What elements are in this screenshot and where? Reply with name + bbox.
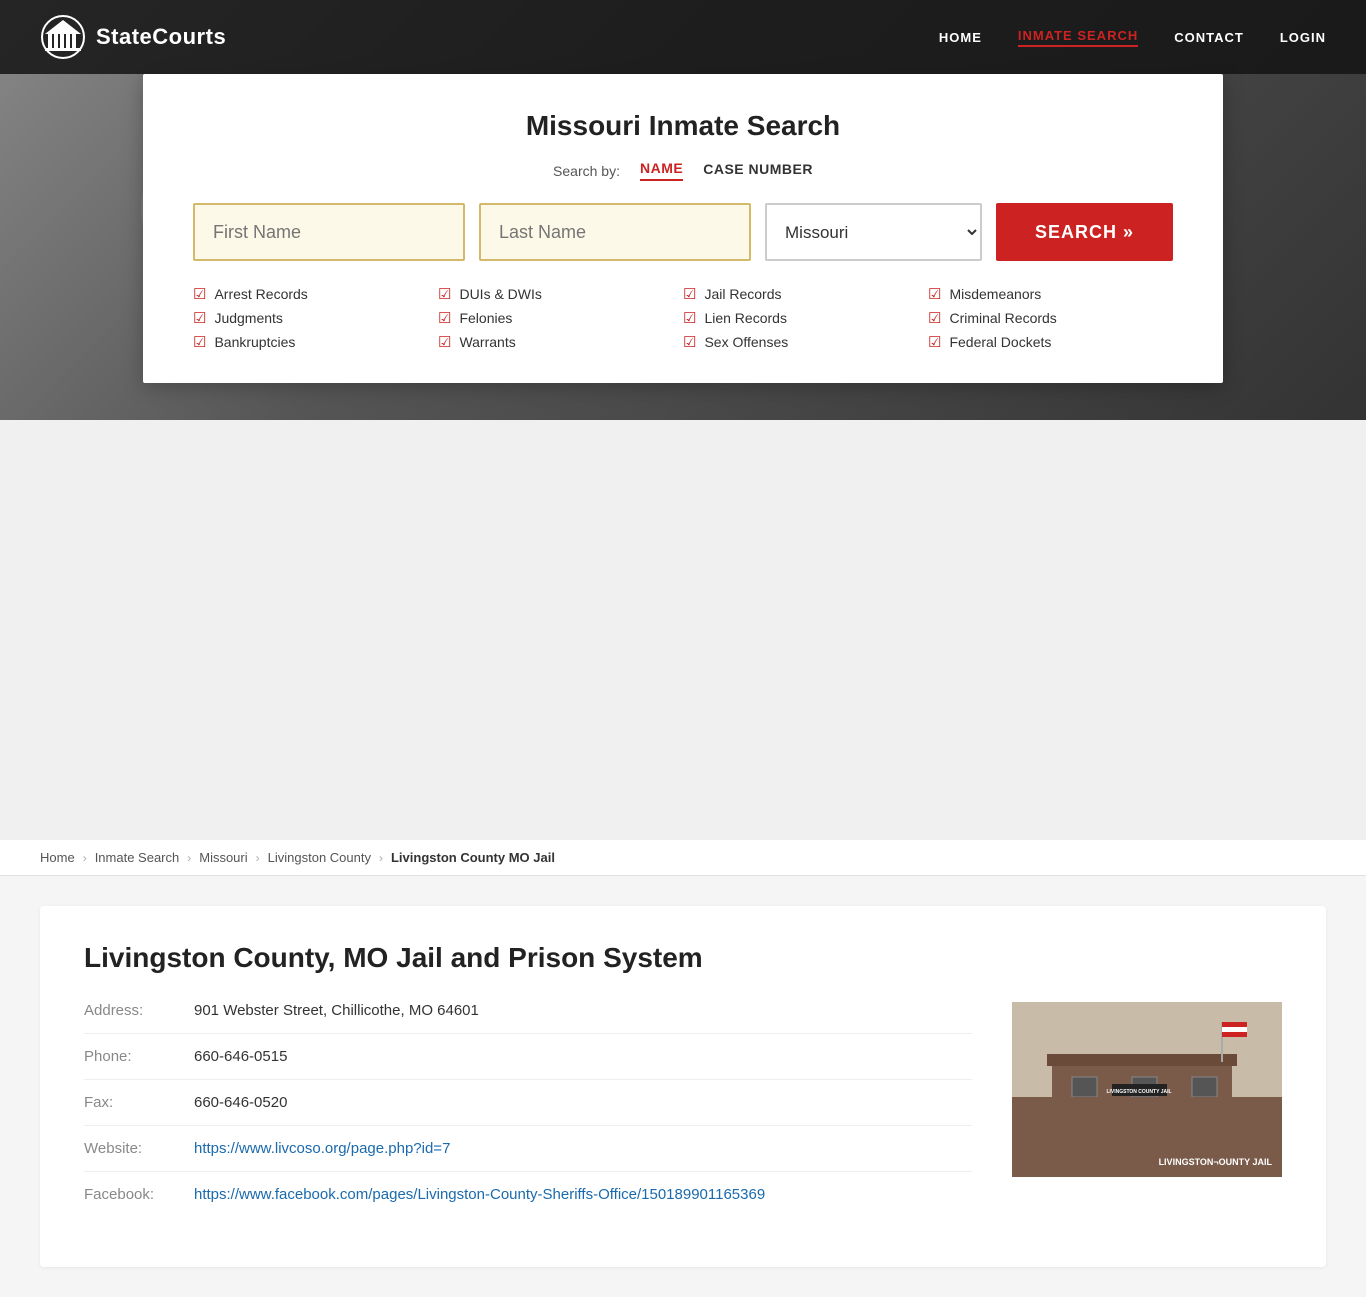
checkbox-item: ☑ Bankruptcies xyxy=(193,333,438,351)
site-header: StateCourts HOME INMATE SEARCH CONTACT L… xyxy=(0,0,1366,74)
website-label: Website: xyxy=(84,1140,194,1157)
checkbox-item: ☑ Lien Records xyxy=(683,309,928,327)
checkbox-label: Federal Dockets xyxy=(949,334,1051,350)
tab-case-number[interactable]: CASE NUMBER xyxy=(703,161,813,180)
checkbox-label: Bankruptcies xyxy=(214,334,295,350)
state-select[interactable]: Missouri Alabama Alaska Arizona Arkansas… xyxy=(765,203,982,261)
checkbox-item: ☑ Felonies xyxy=(438,309,683,327)
check-icon: ☑ xyxy=(438,285,451,303)
logo-area[interactable]: StateCourts xyxy=(40,14,226,60)
checkbox-label: Jail Records xyxy=(704,286,781,302)
main-content: Livingston County, MO Jail and Prison Sy… xyxy=(0,876,1366,1297)
content-card: Livingston County, MO Jail and Prison Sy… xyxy=(40,906,1326,1267)
checkbox-item: ☑ Warrants xyxy=(438,333,683,351)
facebook-label: Facebook: xyxy=(84,1186,194,1203)
check-icon: ☑ xyxy=(683,309,696,327)
checkbox-label: Sex Offenses xyxy=(704,334,788,350)
check-icon: ☑ xyxy=(928,285,941,303)
breadcrumb-sep-4: › xyxy=(379,851,383,865)
tab-name[interactable]: NAME xyxy=(640,160,683,181)
jail-title: Livingston County, MO Jail and Prison Sy… xyxy=(84,942,1282,974)
breadcrumb-sep-1: › xyxy=(83,851,87,865)
check-icon: ☑ xyxy=(928,309,941,327)
checkbox-item: ☑ Federal Dockets xyxy=(928,333,1173,351)
search-inputs-row: Missouri Alabama Alaska Arizona Arkansas… xyxy=(193,203,1173,261)
checkbox-label: Criminal Records xyxy=(949,310,1056,326)
checkboxes-grid: ☑ Arrest Records ☑ DUIs & DWIs ☑ Jail Records… xyxy=(193,285,1173,351)
site-logo-icon xyxy=(40,14,86,60)
facebook-row: Facebook: https://www.facebook.com/pages… xyxy=(84,1186,972,1217)
website-row: Website: https://www.livcoso.org/page.ph… xyxy=(84,1140,972,1172)
checkbox-item: ☑ Misdemeanors xyxy=(928,285,1173,303)
checkbox-item: ☑ Arrest Records xyxy=(193,285,438,303)
checkbox-item: ☑ DUIs & DWIs xyxy=(438,285,683,303)
modal-title: Missouri Inmate Search xyxy=(193,110,1173,142)
address-label: Address: xyxy=(84,1002,194,1019)
phone-value: 660-646-0515 xyxy=(194,1048,287,1065)
nav-inmate-search[interactable]: INMATE SEARCH xyxy=(1018,28,1138,47)
checkbox-label: Arrest Records xyxy=(214,286,307,302)
nav-login[interactable]: LOGIN xyxy=(1280,30,1326,45)
check-icon: ☑ xyxy=(193,333,206,351)
info-section: Address: 901 Webster Street, Chillicothe… xyxy=(84,1002,1282,1231)
svg-text:LIVINGSTON COUNTY JAIL: LIVINGSTON COUNTY JAIL xyxy=(1106,1089,1171,1095)
main-nav: HOME INMATE SEARCH CONTACT LOGIN xyxy=(939,28,1326,47)
address-row: Address: 901 Webster Street, Chillicothe… xyxy=(84,1002,972,1034)
checkbox-label: DUIs & DWIs xyxy=(459,286,541,302)
search-button[interactable]: SEARCH » xyxy=(996,203,1173,261)
phone-row: Phone: 660-646-0515 xyxy=(84,1048,972,1080)
search-modal: Missouri Inmate Search Search by: NAME C… xyxy=(143,74,1223,383)
fax-row: Fax: 660-646-0520 xyxy=(84,1094,972,1126)
fax-label: Fax: xyxy=(84,1094,194,1111)
checkbox-label: Misdemeanors xyxy=(949,286,1041,302)
check-icon: ☑ xyxy=(193,285,206,303)
last-name-input[interactable] xyxy=(479,203,751,261)
info-table: Address: 901 Webster Street, Chillicothe… xyxy=(84,1002,972,1231)
jail-image: LIVINGSTON COUNTY JAIL xyxy=(1012,1002,1282,1177)
first-name-input[interactable] xyxy=(193,203,465,261)
breadcrumb-home[interactable]: Home xyxy=(40,850,75,865)
breadcrumb-inmate-search[interactable]: Inmate Search xyxy=(95,850,180,865)
breadcrumb-missouri[interactable]: Missouri xyxy=(199,850,247,865)
breadcrumb-sep-3: › xyxy=(256,851,260,865)
check-icon: ☑ xyxy=(928,333,941,351)
fax-value: 660-646-0520 xyxy=(194,1094,287,1111)
check-icon: ☑ xyxy=(683,285,696,303)
jail-image-svg: LIVINGSTON COUNTY JAIL xyxy=(1012,1002,1282,1177)
nav-home[interactable]: HOME xyxy=(939,30,982,45)
check-icon: ☑ xyxy=(438,309,451,327)
address-value: 901 Webster Street, Chillicothe, MO 6460… xyxy=(194,1002,479,1019)
checkbox-label: Judgments xyxy=(214,310,282,326)
logo-text: StateCourts xyxy=(96,24,226,50)
website-link[interactable]: https://www.livcoso.org/page.php?id=7 xyxy=(194,1140,450,1157)
checkbox-item: ☑ Judgments xyxy=(193,309,438,327)
search-by-row: Search by: NAME CASE NUMBER xyxy=(193,160,1173,181)
checkbox-label: Warrants xyxy=(459,334,515,350)
check-icon: ☑ xyxy=(683,333,696,351)
check-icon: ☑ xyxy=(193,309,206,327)
breadcrumb-bar: Home › Inmate Search › Missouri › Living… xyxy=(0,840,1366,876)
nav-contact[interactable]: CONTACT xyxy=(1174,30,1244,45)
breadcrumb-sep-2: › xyxy=(187,851,191,865)
checkbox-item: ☑ Criminal Records xyxy=(928,309,1173,327)
checkbox-label: Felonies xyxy=(459,310,512,326)
facebook-link[interactable]: https://www.facebook.com/pages/Livingsto… xyxy=(194,1186,765,1203)
checkbox-item: ☑ Sex Offenses xyxy=(683,333,928,351)
checkbox-label: Lien Records xyxy=(704,310,787,326)
search-by-label: Search by: xyxy=(553,163,620,179)
checkbox-item: ☑ Jail Records xyxy=(683,285,928,303)
phone-label: Phone: xyxy=(84,1048,194,1065)
breadcrumb-county[interactable]: Livingston County xyxy=(268,850,371,865)
check-icon: ☑ xyxy=(438,333,451,351)
breadcrumb-current: Livingston County MO Jail xyxy=(391,850,555,865)
